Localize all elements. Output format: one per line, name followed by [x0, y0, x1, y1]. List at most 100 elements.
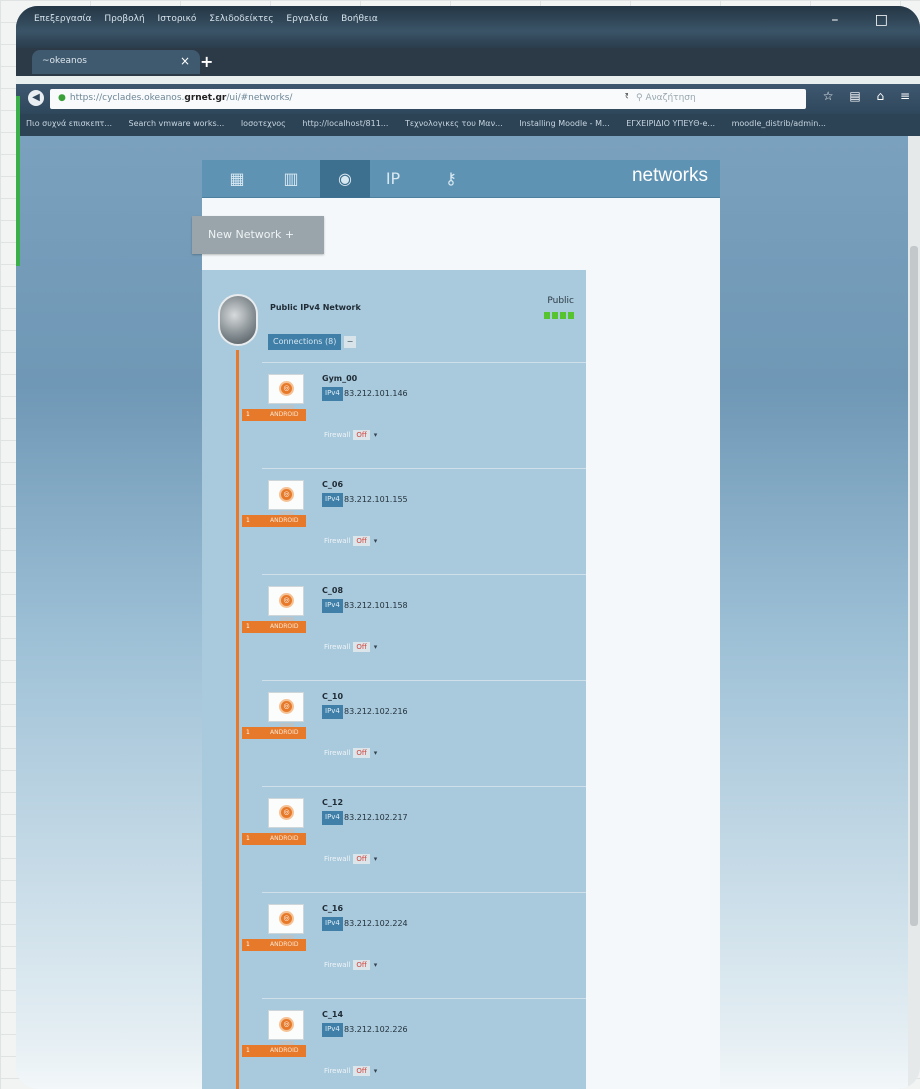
bookmark-item[interactable]: moodle_distrib/admin...	[732, 119, 826, 128]
bookmark-item[interactable]: ΕΓΧΕΙΡΙΔΙΟ ΥΠΕΥΘ-e...	[626, 119, 715, 128]
vm-name[interactable]: C_16	[322, 904, 343, 913]
chevron-down-icon[interactable]: ▾	[374, 749, 378, 757]
os-badge: 1 ANDROID	[242, 621, 306, 633]
vm-name[interactable]: C_12	[322, 798, 343, 807]
globe-icon	[218, 294, 258, 346]
firewall-state[interactable]: Off	[353, 642, 370, 652]
os-badge: 1 ANDROID	[242, 409, 306, 421]
new-network-button[interactable]: New Network +	[192, 216, 324, 254]
menu-bookmarks[interactable]: Σελιδοδείκτες	[209, 14, 273, 24]
menu-history[interactable]: Ιστορικό	[158, 14, 197, 24]
vm-monitor-icon[interactable]: ◎	[268, 374, 304, 404]
badge-text: ANDROID	[270, 1047, 299, 1054]
firewall-control[interactable]: Firewall Off ▾	[324, 854, 377, 864]
firewall-control[interactable]: Firewall Off ▾	[324, 642, 377, 652]
back-arrow-icon[interactable]: ◀	[28, 90, 44, 106]
chevron-down-icon[interactable]: ▾	[374, 537, 378, 545]
firewall-control[interactable]: Firewall Off ▾	[324, 536, 377, 546]
vm-name[interactable]: C_14	[322, 1010, 343, 1019]
vm-name[interactable]: Gym_00	[322, 374, 357, 383]
bookmark-item[interactable]: Πιο συχνά επισκεπτ...	[26, 119, 112, 128]
ip-type-tag: IPv4	[322, 811, 343, 825]
page-title: networks	[631, 165, 708, 186]
vm-monitor-icon[interactable]: ◎	[268, 586, 304, 616]
vm-monitor-icon[interactable]: ◎	[268, 480, 304, 510]
connections-button[interactable]: Connections (8)	[268, 334, 342, 350]
server-icon[interactable]: ▦	[224, 166, 250, 192]
firewall-control[interactable]: Firewall Off ▾	[324, 748, 377, 758]
ip-icon[interactable]: IP	[380, 166, 406, 192]
menu-view[interactable]: Προβολή	[104, 14, 144, 24]
badge-text: ANDROID	[270, 729, 299, 736]
firewall-state[interactable]: Off	[353, 1066, 370, 1076]
vm-row[interactable]: ◎ 1 ANDROID C_10 IPv4 83.212.102.216 Firewall O…	[242, 680, 586, 786]
browser-tab[interactable]: ~okeanos ×	[32, 50, 200, 74]
vm-name[interactable]: C_06	[322, 480, 343, 489]
new-tab-icon[interactable]: +	[200, 52, 213, 71]
firewall-state[interactable]: Off	[353, 960, 370, 970]
chevron-down-icon[interactable]: ▾	[374, 431, 378, 439]
library-icon[interactable]: ▤	[849, 89, 860, 103]
bookmark-item[interactable]: http://localhost/811...	[302, 119, 388, 128]
firewall-state[interactable]: Off	[353, 430, 370, 440]
row-divider	[262, 362, 586, 363]
bookmark-item[interactable]: Search vmware works...	[129, 119, 225, 128]
firewall-state[interactable]: Off	[353, 536, 370, 546]
chevron-down-icon[interactable]: ▾	[374, 961, 378, 969]
ip-type-tag: IPv4	[322, 917, 343, 931]
ip-type-tag: IPv4	[322, 387, 343, 401]
os-logo-icon: ◎	[279, 487, 294, 502]
os-logo-icon: ◎	[279, 805, 294, 820]
vm-name[interactable]: C_08	[322, 586, 343, 595]
home-icon[interactable]: ⌂	[876, 89, 884, 103]
bookmark-star-icon[interactable]: ☆	[823, 89, 834, 103]
maximize-icon[interactable]: □	[875, 12, 888, 28]
firewall-state[interactable]: Off	[353, 854, 370, 864]
os-badge: 1 ANDROID	[242, 727, 306, 739]
firewall-control[interactable]: Firewall Off ▾	[324, 1066, 377, 1076]
menu-tools[interactable]: Εργαλεία	[286, 14, 328, 24]
vm-row[interactable]: ◎ 1 ANDROID C_08 IPv4 83.212.101.158 Firewall O…	[242, 574, 586, 680]
vm-monitor-icon[interactable]: ◎	[268, 904, 304, 934]
scrollbar[interactable]	[908, 136, 920, 1089]
menu-edit[interactable]: Επεξεργασία	[34, 14, 92, 24]
menu-icon[interactable]: ≡	[900, 89, 910, 103]
search-input[interactable]: ⚲ Αναζήτηση	[628, 89, 806, 109]
os-logo-icon: ◎	[279, 1017, 294, 1032]
vm-monitor-icon[interactable]: ◎	[268, 692, 304, 722]
vm-row[interactable]: ◎ 1 ANDROID C_06 IPv4 83.212.101.155 Firewall O…	[242, 468, 586, 574]
url-suffix: /ui/#networks/	[226, 93, 293, 103]
toolbar-icons: ☆ ▤ ⌂ ≡	[811, 89, 910, 103]
menu-help[interactable]: Βοήθεια	[341, 14, 378, 24]
vm-monitor-icon[interactable]: ◎	[268, 1010, 304, 1040]
vm-row[interactable]: ◎ 1 ANDROID C_16 IPv4 83.212.102.224 Firewall O…	[242, 892, 586, 998]
network-icon[interactable]: ◉	[320, 160, 370, 198]
bookmark-item[interactable]: Installing Moodle - M...	[519, 119, 609, 128]
ip-address: 83.212.101.155	[344, 495, 408, 504]
address-input[interactable]: ● https://cyclades.okeanos.grnet.gr/ui/#n…	[50, 89, 640, 109]
chevron-down-icon[interactable]: ▾	[374, 643, 378, 651]
chevron-down-icon[interactable]: ▾	[374, 855, 378, 863]
bookmark-item[interactable]: Ιοσοτεχνος	[241, 119, 286, 128]
ip-type-tag: IPv4	[322, 599, 343, 613]
vm-monitor-icon[interactable]: ◎	[268, 798, 304, 828]
row-divider	[262, 786, 586, 787]
minimize-icon[interactable]: –	[831, 12, 838, 28]
firewall-state[interactable]: Off	[353, 748, 370, 758]
firewall-label: Firewall	[324, 537, 351, 545]
bookmark-item[interactable]: Τεχνολογικες του Μαν...	[405, 119, 503, 128]
expand-icon[interactable]: −	[344, 336, 356, 348]
row-divider	[262, 680, 586, 681]
network-name: Public IPv4 Network	[270, 303, 361, 312]
chevron-down-icon[interactable]: ▾	[374, 1067, 378, 1075]
scrollbar-thumb[interactable]	[910, 246, 918, 926]
vm-row[interactable]: ◎ 1 ANDROID C_14 IPv4 83.212.102.226 Firewall O…	[242, 998, 586, 1089]
vm-name[interactable]: C_10	[322, 692, 343, 701]
key-icon[interactable]: ⚷	[438, 166, 464, 192]
firewall-control[interactable]: Firewall Off ▾	[324, 430, 377, 440]
vm-row[interactable]: ◎ 1 ANDROID C_12 IPv4 83.212.102.217 Firewall O…	[242, 786, 586, 892]
storage-icon[interactable]: ▥	[278, 166, 304, 192]
vm-row[interactable]: ◎ 1 ANDROID Gym_00 IPv4 83.212.101.146 Firewal…	[242, 362, 586, 468]
close-icon[interactable]: ×	[180, 54, 190, 68]
firewall-control[interactable]: Firewall Off ▾	[324, 960, 377, 970]
